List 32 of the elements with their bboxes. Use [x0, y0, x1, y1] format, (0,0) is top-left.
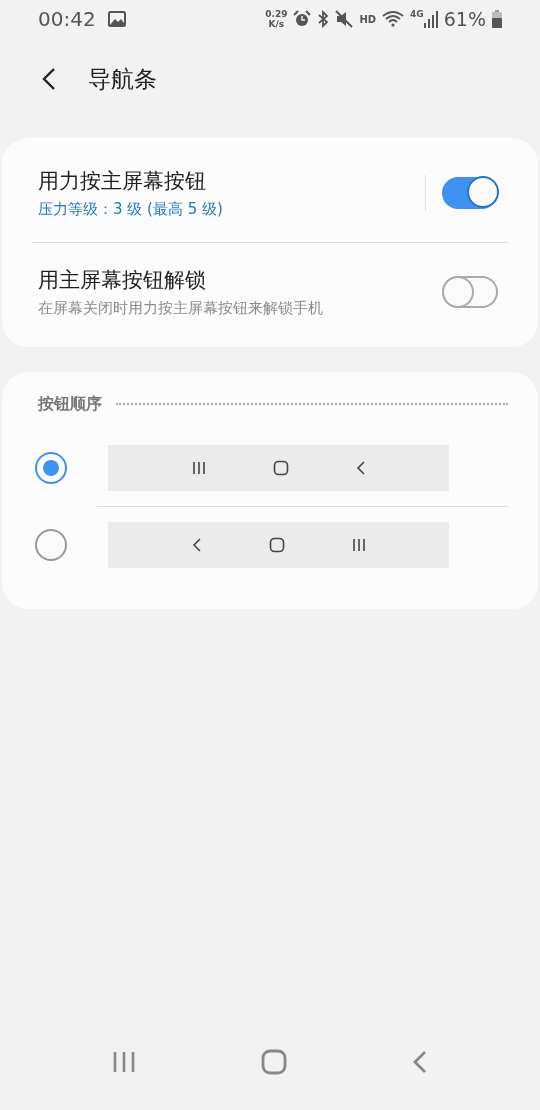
toggle-switch[interactable] — [442, 177, 498, 209]
clock-time: 00:42 — [38, 7, 96, 31]
back-icon — [411, 1050, 428, 1074]
signal-icon — [423, 10, 438, 28]
recents-icon — [351, 538, 366, 552]
alarm-icon — [293, 10, 312, 28]
back-icon — [42, 67, 56, 91]
bluetooth-icon — [317, 10, 330, 28]
battery-icon — [492, 10, 502, 28]
recents-icon — [112, 1051, 137, 1073]
back-icon — [191, 538, 202, 552]
setting-title: 用主屏幕按钮解锁 — [38, 267, 207, 294]
recents-icon — [191, 461, 206, 475]
hd-label: HD — [359, 13, 377, 25]
home-icon — [268, 537, 285, 553]
battery-level: 61% — [443, 8, 486, 30]
mute-icon — [335, 10, 354, 28]
setting-title: 用力按主屏幕按钮 — [38, 168, 207, 195]
back-icon — [355, 461, 366, 475]
radio-button[interactable] — [35, 529, 67, 561]
toggle-switch[interactable] — [442, 276, 498, 308]
home-icon — [261, 1049, 287, 1075]
network-speed: 0.29 K/s — [265, 9, 288, 29]
setting-subtitle: 在屏幕关闭时用力按主屏幕按钮来解锁手机 — [38, 299, 324, 318]
setting-subtitle: 压力等级：3 级 (最高 5 级) — [38, 200, 224, 219]
section-title: 按钮顺序 — [38, 393, 102, 415]
page-title: 导航条 — [88, 64, 157, 94]
home-icon — [272, 460, 289, 476]
network-type: 4G — [410, 9, 424, 19]
wifi-icon — [382, 10, 405, 28]
radio-button[interactable] — [35, 452, 67, 484]
image-icon — [107, 11, 126, 27]
